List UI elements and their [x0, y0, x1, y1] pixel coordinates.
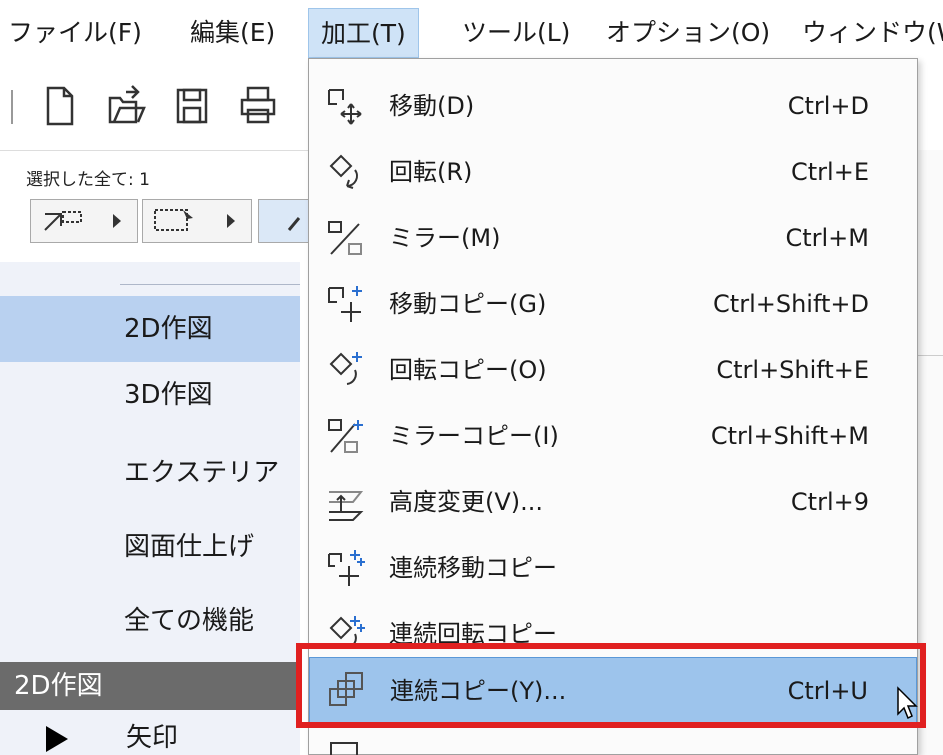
nav-item-exterior[interactable]: エクステリア: [0, 440, 300, 506]
menu-item-shortcut: Ctrl+E: [791, 158, 869, 186]
menu-process[interactable]: 加工(T): [308, 8, 419, 58]
select-pick-icon: [287, 217, 301, 231]
select-rectangle-icon: [154, 209, 235, 231]
menu-item-label: 回転コピー(O): [389, 356, 547, 384]
toolbar: [0, 66, 310, 148]
mirror-copy-icon: [328, 419, 363, 453]
highlight-annotation-box: [296, 643, 926, 728]
menu-item-rotate[interactable]: 回転(R) Ctrl+E: [309, 139, 917, 205]
rotate-copy-icon: [329, 352, 362, 385]
select-area-button[interactable]: [142, 199, 252, 243]
save-icon[interactable]: [172, 80, 212, 130]
menu-item-mirror-copy[interactable]: ミラーコピー(I) Ctrl+Shift+M: [309, 403, 917, 469]
menu-item-multi-move-copy[interactable]: 連続移動コピー: [309, 535, 917, 601]
menu-item-shortcut: Ctrl+Shift+M: [710, 422, 869, 450]
menu-tools[interactable]: ツール(L): [462, 8, 570, 58]
selection-count-label: 選択した全て: 1: [26, 170, 150, 190]
nav-item-drawing-finish[interactable]: 図面仕上げ: [0, 514, 300, 580]
menu-item-label: 回転(R): [389, 158, 473, 186]
open-folder-icon[interactable]: [106, 80, 146, 130]
menu-item-label: 移動(D): [389, 92, 475, 120]
menu-item-label: ミラー(M): [389, 224, 501, 252]
nav-item-3d-drafting[interactable]: 3D作図: [0, 362, 300, 428]
nav-item-arrow-label: 矢印: [126, 723, 179, 753]
move-copy-icon: [328, 286, 362, 322]
menu-item-label: 移動コピー(G): [389, 290, 547, 318]
select-arrow-tool-icon: [44, 211, 121, 231]
menu-item-move[interactable]: 移動(D) Ctrl+D: [309, 73, 917, 139]
menu-item-rotate-copy[interactable]: 回転コピー(O) Ctrl+Shift+E: [309, 337, 917, 403]
menu-item-mirror[interactable]: ミラー(M) Ctrl+M: [309, 205, 917, 271]
menu-item-label: 連続移動コピー: [389, 554, 557, 582]
menu-item-label: 高度変更(V)...: [389, 488, 544, 516]
new-file-icon[interactable]: [40, 80, 80, 130]
menu-options[interactable]: オプション(O): [606, 8, 770, 58]
menu-item-shortcut: Ctrl+D: [787, 92, 869, 120]
selection-panel: 選択した全て: 1: [0, 150, 318, 260]
menu-item-label: ミラーコピー(I): [389, 422, 559, 450]
menu-item-elevation[interactable]: 高度変更(V)... Ctrl+9: [309, 469, 917, 535]
partial-icon: [330, 742, 358, 755]
menu-edit[interactable]: 編集(E): [190, 8, 275, 58]
menu-bar: ファイル(F) 編集(E) 加工(T) ツール(L) オプション(O) ウィンド…: [0, 0, 943, 66]
rotate-icon: [329, 154, 358, 189]
menu-window[interactable]: ウィンドウ(W: [802, 8, 943, 58]
menu-item-shortcut: Ctrl+9: [790, 488, 869, 516]
expand-triangle-icon: [46, 726, 68, 752]
nav-divider: [120, 284, 300, 285]
mouse-cursor-icon: [897, 686, 918, 720]
nav-item-2d-drafting[interactable]: 2D作図: [0, 296, 300, 362]
menu-file[interactable]: ファイル(F): [8, 8, 142, 58]
move-icon: [328, 89, 362, 125]
menu-item-shortcut: Ctrl+M: [785, 224, 869, 252]
multi-move-copy-icon: [328, 550, 365, 586]
print-icon[interactable]: [238, 80, 278, 130]
elevation-icon: [329, 491, 364, 521]
menu-item-shortcut: Ctrl+Shift+D: [713, 290, 869, 318]
nav-item-all-functions[interactable]: 全ての機能: [0, 588, 300, 654]
menu-item-shortcut: Ctrl+Shift+E: [716, 356, 869, 384]
menu-item-move-copy[interactable]: 移動コピー(G) Ctrl+Shift+D: [309, 271, 917, 337]
nav-section-header[interactable]: 2D作図: [0, 662, 300, 710]
mirror-icon: [328, 221, 362, 255]
select-mode-button[interactable]: [30, 199, 138, 243]
